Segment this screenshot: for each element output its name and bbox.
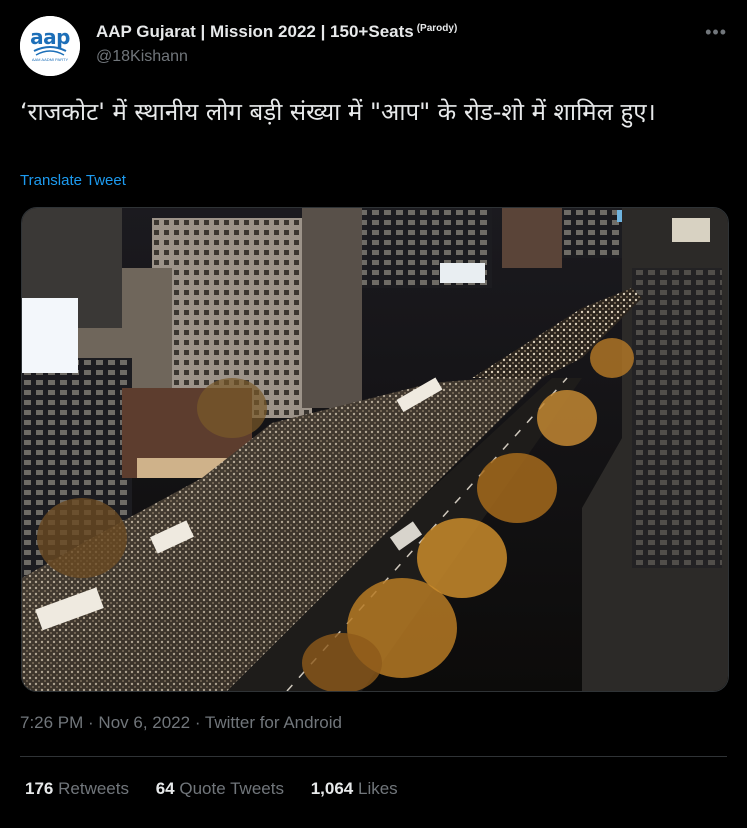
meta-separator: · [190,713,205,732]
tweet-timestamp: 7:26 PM · Nov 6, 2022 · Twitter for Andr… [20,713,342,733]
quote-tweets-label: Quote Tweets [179,779,284,798]
meta-separator: · [83,713,99,732]
tweet-text: ‘राजकोट' में स्थानीय लोग बड़ी संख्या में… [20,98,656,126]
tweet-time[interactable]: 7:26 PM [20,713,83,732]
avatar-logo-text: aap [30,25,70,49]
quote-tweets-count: 64 [155,779,175,798]
display-name[interactable]: AAP Gujarat | Mission 2022 | 150+Seats (P… [96,22,457,42]
likes-label: Likes [357,779,398,798]
display-name-text: AAP Gujarat | Mission 2022 | 150+Seats [96,22,414,41]
user-handle[interactable]: @18Kishann [96,48,188,66]
parody-tag: (Parody) [416,23,458,34]
divider [20,756,727,757]
quote-tweets-stat[interactable]: 64 Quote Tweets [156,779,284,799]
engagement-stats: 176 Retweets 64 Quote Tweets 1,064 Likes [25,779,420,799]
tweet-header: aap AAM AADMI PARTY AAP Gujarat | Missio… [20,14,727,78]
likes-stat[interactable]: 1,064 Likes [311,779,398,799]
retweets-label: Retweets [58,779,129,798]
retweets-stat[interactable]: 176 Retweets [25,779,129,799]
tweet-media-photo[interactable] [21,207,729,692]
tweet-date[interactable]: Nov 6, 2022 [98,713,190,732]
avatar-logo-subtext: AAM AADMI PARTY [31,57,69,62]
tweet-source[interactable]: Twitter for Android [205,713,342,732]
likes-count: 1,064 [310,779,354,798]
crowd-night-photo [22,208,728,691]
avatar[interactable]: aap AAM AADMI PARTY [20,16,80,76]
retweets-count: 176 [25,779,54,798]
more-options-icon[interactable]: ••• [705,22,727,43]
translate-tweet-link[interactable]: Translate Tweet [20,172,126,189]
